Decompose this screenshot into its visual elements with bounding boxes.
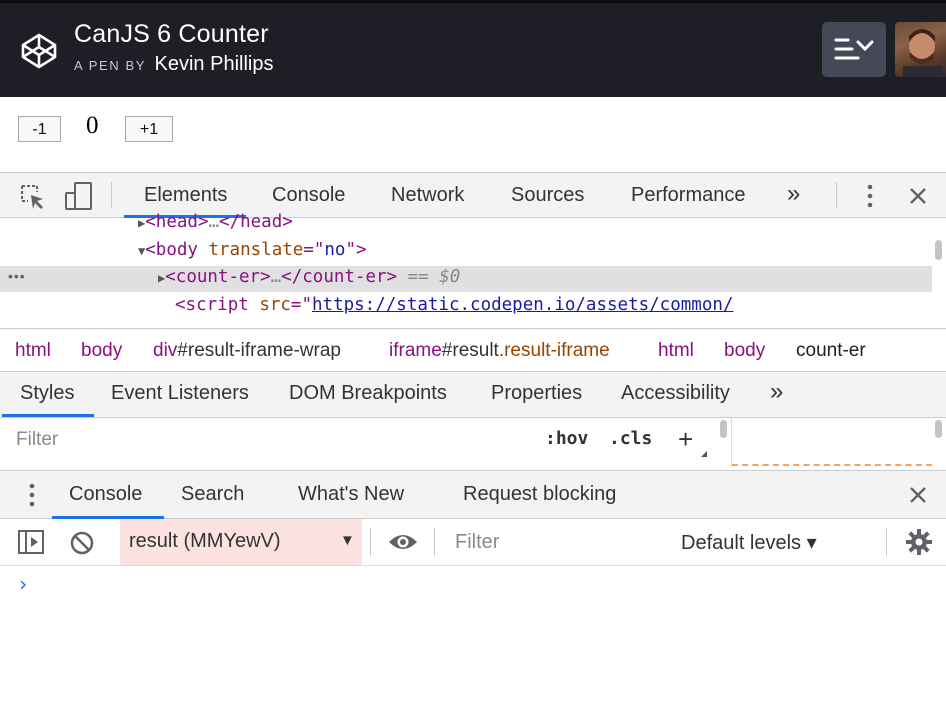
console-settings-gear-icon[interactable] <box>905 528 933 556</box>
breadcrumb-div-result-iframe-wrap[interactable]: div#result-iframe-wrap <box>153 340 341 362</box>
avatar-image-icon <box>903 29 943 77</box>
breadcrumb-html-inner[interactable]: html <box>658 340 694 362</box>
breadcrumb-html[interactable]: html <box>15 340 51 362</box>
tab-network[interactable]: Network <box>391 184 464 207</box>
hover-state-toggle[interactable]: :hov <box>545 428 588 449</box>
pen-title[interactable]: CanJS 6 Counter <box>74 20 269 49</box>
more-subtabs-button[interactable]: » <box>770 378 783 406</box>
tab-event-listeners[interactable]: Event Listeners <box>111 382 249 405</box>
dom-node-count-er[interactable]: ▶<count-er>…</count-er> == $0 <box>158 267 460 287</box>
toolbar-divider <box>836 182 837 208</box>
tab-elements[interactable]: Elements <box>144 184 227 207</box>
author-link[interactable]: Kevin Phillips <box>155 53 274 75</box>
console-sidebar-toggle-icon[interactable] <box>17 529 45 555</box>
close-drawer-icon[interactable] <box>908 485 928 505</box>
toolbar-divider <box>370 528 371 556</box>
chevron-down-icon: ▼ <box>340 532 355 549</box>
toolbar-divider <box>434 528 435 556</box>
live-expression-eye-icon[interactable] <box>387 530 419 554</box>
decrement-button[interactable]: -1 <box>18 116 61 142</box>
counter-value: 0 <box>86 112 99 139</box>
styles-scrollbar[interactable] <box>720 420 727 438</box>
drawer-tab-console[interactable]: Console <box>69 483 142 506</box>
new-style-rule-button[interactable]: + <box>678 424 693 455</box>
tab-performance[interactable]: Performance <box>631 184 746 207</box>
toolbar-divider <box>886 528 887 556</box>
drawer-tab-whats-new[interactable]: What's New <box>298 483 404 506</box>
selected-dom-row[interactable] <box>0 266 932 292</box>
tab-accessibility[interactable]: Accessibility <box>621 382 730 405</box>
context-select-value: result (MMYewV) <box>129 530 281 552</box>
user-avatar[interactable] <box>895 22 946 77</box>
layout-menu-icon <box>834 38 874 60</box>
more-tabs-button[interactable]: » <box>787 180 800 208</box>
close-devtools-icon[interactable] <box>908 186 928 206</box>
tab-console[interactable]: Console <box>272 184 345 207</box>
console-prompt-icon[interactable]: › <box>17 572 29 596</box>
styles-filter-input[interactable]: Filter <box>16 429 58 451</box>
tab-sources[interactable]: Sources <box>511 184 584 207</box>
row-options-dots[interactable]: ••• <box>8 268 26 284</box>
drawer-tab-request-blocking[interactable]: Request blocking <box>463 483 616 506</box>
drawer-tab-search[interactable]: Search <box>181 483 244 506</box>
log-levels-dropdown[interactable]: Default levels ▾ <box>681 530 817 555</box>
box-model-scrollbar[interactable] <box>935 420 942 438</box>
tab-dom-breakpoints[interactable]: DOM Breakpoints <box>289 382 447 405</box>
script-src-link[interactable]: https://static.codepen.io/assets/common/ <box>312 295 733 315</box>
active-subtab-indicator <box>2 414 94 417</box>
tab-properties[interactable]: Properties <box>491 382 582 405</box>
breadcrumb-iframe-result[interactable]: iframe#result.result-iframe <box>389 340 610 362</box>
increment-button[interactable]: +1 <box>125 116 173 142</box>
device-toolbar-icon[interactable] <box>64 181 94 211</box>
pen-byline: A PEN BY Kevin Phillips <box>74 53 273 76</box>
change-view-button[interactable] <box>822 22 886 77</box>
drawer-menu-icon[interactable] <box>25 481 39 509</box>
kebab-menu-icon[interactable] <box>862 183 878 209</box>
console-output[interactable] <box>0 566 946 707</box>
dom-node-script[interactable]: <script src="https://static.codepen.io/a… <box>175 295 733 315</box>
class-toggle[interactable]: .cls <box>609 428 652 449</box>
inspect-element-icon[interactable] <box>19 183 47 211</box>
toolbar-divider <box>111 182 112 208</box>
tab-styles[interactable]: Styles <box>20 382 74 405</box>
breadcrumb-body[interactable]: body <box>81 340 122 362</box>
console-filter-input[interactable]: Filter <box>455 531 499 554</box>
breadcrumb-count-er[interactable]: count-er <box>796 340 866 362</box>
box-model-pane <box>731 418 934 466</box>
box-model-margin-outline <box>732 464 932 466</box>
clear-console-icon[interactable] <box>69 530 95 556</box>
breadcrumb-body-inner[interactable]: body <box>724 340 765 362</box>
rule-menu-corner-icon <box>701 451 707 457</box>
dom-node-head[interactable]: ▶<head>…</head> <box>138 212 293 232</box>
dom-node-body[interactable]: ▼<body translate="no"> <box>138 240 367 260</box>
dom-scrollbar[interactable] <box>935 240 942 260</box>
pen-by-label: A PEN BY <box>74 58 147 73</box>
codepen-logo-icon[interactable] <box>20 32 58 70</box>
